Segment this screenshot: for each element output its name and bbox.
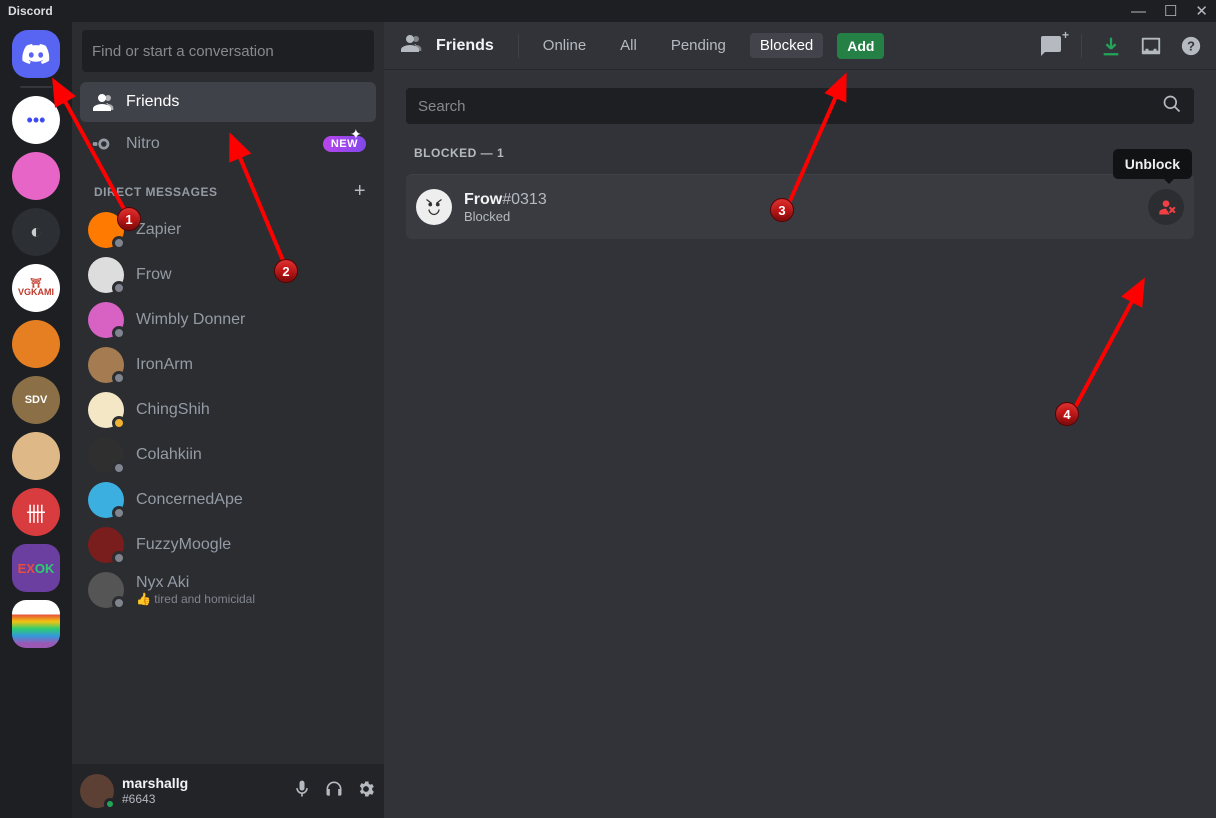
server-rail-divider <box>20 86 52 88</box>
server-rail: ••• ◐ ⛩VGKAMI SDV 卌 EXOK <box>0 22 72 818</box>
dm-name: ChingShih <box>136 401 210 419</box>
discord-logo-icon <box>22 44 50 64</box>
inbox-icon[interactable] <box>1140 35 1162 57</box>
friends-nav-label: Friends <box>126 93 179 111</box>
create-dm-button[interactable]: + <box>354 180 366 203</box>
dm-item[interactable]: IronArm <box>80 343 376 387</box>
blocked-section-header: BLOCKED — 1 <box>414 146 1194 160</box>
add-friend-button[interactable]: Add <box>837 33 884 59</box>
user-name-block[interactable]: marshallg #6643 <box>122 775 188 806</box>
dm-item[interactable]: ChingShih <box>80 388 376 432</box>
nitro-nav-label: Nitro <box>126 135 160 153</box>
friends-topbar: Friends Online All Pending Blocked Add ? <box>384 22 1216 70</box>
user-name: marshallg <box>122 775 188 792</box>
app-frame: ••• ◐ ⛩VGKAMI SDV 卌 EXOK Find or start a… <box>0 22 1216 818</box>
blocked-user-row[interactable]: Frow#0313 Blocked Unblock <box>406 174 1194 239</box>
new-group-dm-icon[interactable] <box>1039 34 1063 58</box>
dm-item[interactable]: Colahkiin <box>80 433 376 477</box>
tab-online[interactable]: Online <box>533 33 596 58</box>
topbar-divider <box>518 34 519 58</box>
tab-pending[interactable]: Pending <box>661 33 736 58</box>
home-button[interactable] <box>12 30 60 78</box>
blocked-user-status: Blocked <box>464 209 547 224</box>
annotation-marker: 1 <box>117 207 141 231</box>
dm-section-label: DIRECT MESSAGES <box>94 185 218 199</box>
find-conversation-button[interactable]: Find or start a conversation <box>82 30 374 72</box>
find-conversation-placeholder: Find or start a conversation <box>92 43 274 60</box>
user-avatar[interactable] <box>80 774 114 808</box>
unblock-tooltip: Unblock <box>1113 149 1192 179</box>
dm-sidebar: Find or start a conversation Friends Nit… <box>72 22 384 818</box>
dm-name: Wimbly Donner <box>136 311 245 329</box>
server-item[interactable]: SDV <box>12 376 60 424</box>
server-item[interactable] <box>12 320 60 368</box>
user-panel: marshallg #6643 <box>72 764 384 818</box>
server-item[interactable]: EXOK <box>12 544 60 592</box>
friends-icon <box>90 90 114 114</box>
dm-item[interactable]: Frow <box>80 253 376 297</box>
dm-name: Colahkiin <box>136 446 202 464</box>
server-item[interactable]: ◐ <box>12 208 60 256</box>
server-item[interactable]: ⛩VGKAMI <box>12 264 60 312</box>
dm-name: Nyx Aki <box>136 574 255 592</box>
search-placeholder: Search <box>418 98 466 115</box>
topbar-divider <box>1081 34 1082 58</box>
friends-header-icon <box>398 31 422 60</box>
blocked-user-avatar <box>416 189 452 225</box>
server-item[interactable]: 卌 <box>12 488 60 536</box>
window-titlebar: Discord ― ☐ ✕ <box>0 0 1216 22</box>
main-panel: Friends Online All Pending Blocked Add ?… <box>384 22 1216 818</box>
server-item[interactable] <box>12 600 60 648</box>
tab-blocked[interactable]: Blocked <box>750 33 823 58</box>
dm-name: IronArm <box>136 356 193 374</box>
dm-item[interactable]: Nyx Aki👍 tired and homicidal <box>80 568 376 612</box>
friends-nav-item[interactable]: Friends <box>80 82 376 122</box>
dm-name: ConcernedApe <box>136 491 243 509</box>
window-close-icon[interactable]: ✕ <box>1195 4 1208 19</box>
annotation-marker: 3 <box>770 198 794 222</box>
user-tag: #6643 <box>122 792 188 806</box>
window-minimize-icon[interactable]: ― <box>1131 4 1146 19</box>
annotation-marker: 4 <box>1055 402 1079 426</box>
dm-item[interactable]: Wimbly Donner <box>80 298 376 342</box>
settings-gear-icon[interactable] <box>356 779 376 804</box>
unblock-button[interactable]: Unblock <box>1148 189 1184 225</box>
server-item[interactable] <box>12 152 60 200</box>
nitro-icon <box>90 132 114 156</box>
app-title: Discord <box>8 4 53 18</box>
nitro-nav-item[interactable]: Nitro NEW ✦ <box>80 124 376 164</box>
dm-name: Frow <box>136 266 172 284</box>
annotation-marker: 2 <box>274 259 298 283</box>
server-item[interactable] <box>12 432 60 480</box>
friends-content: Search BLOCKED — 1 Frow#0313 Blocked Unb… <box>384 70 1216 818</box>
tab-all[interactable]: All <box>610 33 647 58</box>
mute-mic-icon[interactable] <box>292 779 312 804</box>
dm-item[interactable]: FuzzyMoogle <box>80 523 376 567</box>
sparkle-icon: ✦ <box>350 126 362 143</box>
server-item[interactable]: ••• <box>12 96 60 144</box>
dm-item[interactable]: ConcernedApe <box>80 478 376 522</box>
friends-header-title: Friends <box>436 37 494 55</box>
dm-name: FuzzyMoogle <box>136 536 231 554</box>
deafen-headphones-icon[interactable] <box>324 779 344 804</box>
download-icon[interactable] <box>1100 35 1122 57</box>
help-icon[interactable]: ? <box>1180 35 1202 57</box>
search-icon <box>1162 94 1182 118</box>
dm-name: Zapier <box>136 221 181 239</box>
blocked-user-name: Frow#0313 <box>464 191 547 209</box>
dm-status-text: 👍 tired and homicidal <box>136 592 255 606</box>
svg-text:?: ? <box>1187 38 1195 53</box>
window-maximize-icon[interactable]: ☐ <box>1164 4 1177 19</box>
dm-section-header: DIRECT MESSAGES + <box>80 166 376 207</box>
search-input[interactable]: Search <box>406 88 1194 124</box>
